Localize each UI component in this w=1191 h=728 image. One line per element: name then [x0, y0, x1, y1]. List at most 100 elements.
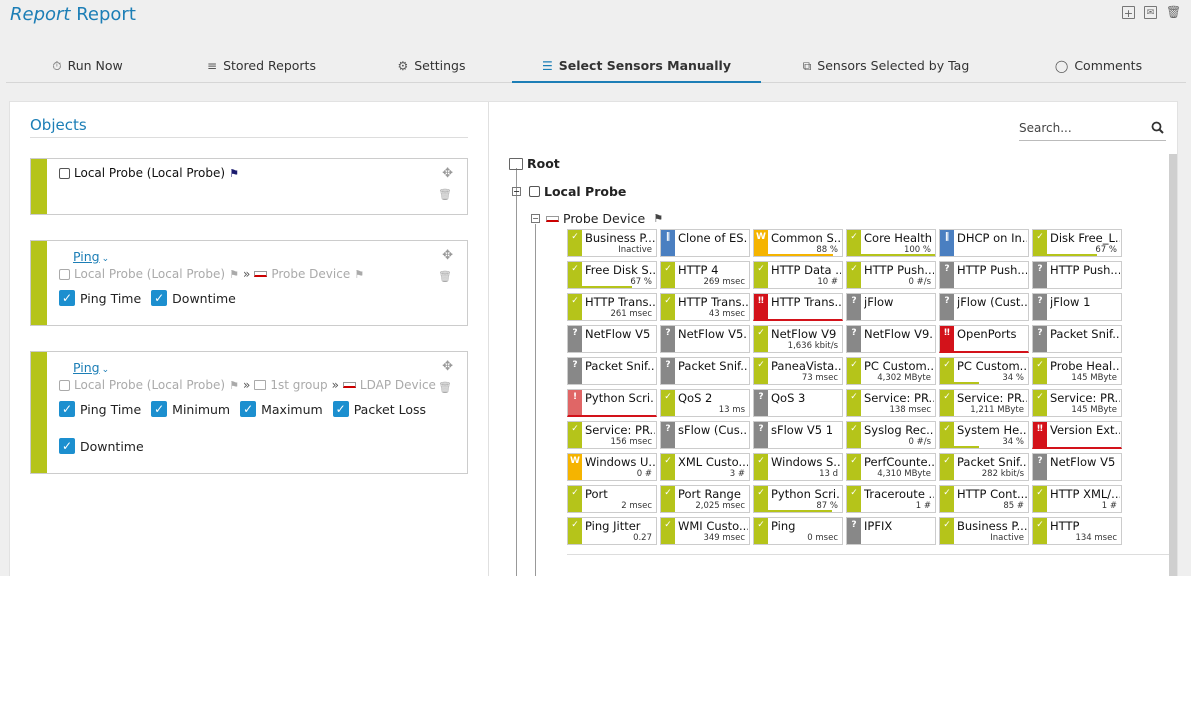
sensor-tile[interactable]: ✓ Syslog Rec... 0 #/s: [846, 421, 936, 449]
sensor-tile[interactable]: ✓ PC Custom... 34 %: [939, 357, 1029, 385]
sensor-tile[interactable]: ! Python Scri...: [567, 389, 657, 417]
delete-icon[interactable]: 🗑: [438, 270, 452, 283]
sensor-tile[interactable]: ? sFlow V5 1: [753, 421, 843, 449]
ping-sensor-link[interactable]: Ping ⌄: [73, 249, 109, 264]
sensor-tile[interactable]: ? Packet Snif...: [567, 357, 657, 385]
sensor-tile[interactable]: ? QoS 3: [753, 389, 843, 417]
sensor-tile[interactable]: ✓ Service: PR... 156 msec: [567, 421, 657, 449]
sensor-tile[interactable]: ✓ HTTP Cont... 85 #: [939, 485, 1029, 513]
delete-icon[interactable]: 🗑: [438, 188, 452, 201]
sensor-tile[interactable]: ✓ Disk Free_L... 67 %: [1032, 229, 1122, 257]
tab-stored-reports[interactable]: ≡ Stored Reports: [179, 52, 344, 83]
sensor-tile[interactable]: W Common S... 88 %: [753, 229, 843, 257]
search-icon[interactable]: [1151, 121, 1164, 134]
sensor-tile[interactable]: ✓ HTTP Data ... 10 #: [753, 261, 843, 289]
sensor-tile[interactable]: ✓ Business P... Inactive: [939, 517, 1029, 545]
checkbox-packet-loss[interactable]: ✓ Packet Loss: [332, 401, 426, 417]
sensor-tile[interactable]: ✓ Ping 0 msec: [753, 517, 843, 545]
sensor-tile[interactable]: ✓ PerfCounte... 4,310 MByte: [846, 453, 936, 481]
sensor-tile[interactable]: ✓ WMI Custo... 349 msec: [660, 517, 750, 545]
collapse-icon[interactable]: −: [531, 214, 540, 223]
checkbox-minimum[interactable]: ✓ Minimum: [151, 401, 230, 417]
sensor-tile[interactable]: ? Packet Snif...: [660, 357, 750, 385]
sensor-tile[interactable]: ✓ HTTP Push... 0 #/s: [846, 261, 936, 289]
sensor-tile[interactable]: ? NetFlow V5: [1032, 453, 1122, 481]
checkmark-icon[interactable]: ✓: [59, 290, 75, 306]
sensor-tile[interactable]: ✓ Service: PR... 138 msec: [846, 389, 936, 417]
collapse-icon[interactable]: −: [512, 187, 521, 196]
checkmark-icon[interactable]: ✓: [332, 401, 349, 417]
move-icon[interactable]: ✥: [442, 248, 453, 263]
checkmark-icon[interactable]: ✓: [59, 401, 75, 417]
sensor-tile[interactable]: ? HTTP Push...: [1032, 261, 1122, 289]
move-icon[interactable]: ✥: [442, 166, 453, 181]
sensor-tile[interactable]: ✓ Port 2 msec: [567, 485, 657, 513]
sensor-tile[interactable]: ✓ Python Scri... 87 %: [753, 485, 843, 513]
sensor-tile[interactable]: ? NetFlow V5...: [660, 325, 750, 353]
ping-sensor-link[interactable]: Ping ⌄: [73, 360, 109, 375]
sensor-tile[interactable]: ✓ Port Range 2,025 msec: [660, 485, 750, 513]
sensor-tile[interactable]: ✓ HTTP Trans... 261 msec: [567, 293, 657, 321]
checkmark-icon[interactable]: ✓: [151, 290, 168, 306]
checkbox-downtime[interactable]: ✓ Downtime: [151, 290, 236, 306]
sensor-tile[interactable]: ✓ Probe Heal... 145 MByte: [1032, 357, 1122, 385]
chevron-down-icon[interactable]: ⌄: [102, 254, 110, 264]
sensor-tile[interactable]: ✓ NetFlow V9 1,636 kbit/s: [753, 325, 843, 353]
sensor-tile[interactable]: ✓ XML Custo... 3 #: [660, 453, 750, 481]
sensor-tile[interactable]: ✓ Service: PR... 1,211 MByte: [939, 389, 1029, 417]
sensor-tile[interactable]: ✓ HTTP 4 269 msec: [660, 261, 750, 289]
checkbox-downtime[interactable]: ✓ Downtime: [59, 438, 144, 454]
sensor-tile[interactable]: ✓ System He... 34 %: [939, 421, 1029, 449]
sensor-tile[interactable]: ‼ Version Ext...: [1032, 421, 1122, 449]
checkmark-icon[interactable]: ✓: [59, 438, 75, 454]
sensor-tile[interactable]: ‼ HTTP Trans...: [753, 293, 843, 321]
sensor-tile[interactable]: ✓ Windows S... 13 d: [753, 453, 843, 481]
move-icon[interactable]: ✥: [442, 359, 453, 374]
scrollbar[interactable]: [1169, 154, 1177, 576]
tree-node-probe-device[interactable]: − Probe Device ⚑: [531, 211, 663, 226]
sensor-tile[interactable]: ? NetFlow V5: [567, 325, 657, 353]
sensor-tile[interactable]: ✓ Ping Jitter 0.27: [567, 517, 657, 545]
tree-node-root[interactable]: Root: [509, 156, 560, 171]
sensor-tile[interactable]: ✓ PC Custom... 4,302 MByte: [846, 357, 936, 385]
sensor-tile[interactable]: ? Packet Snif...: [1032, 325, 1122, 353]
tab-select-sensors-manually[interactable]: ☰ Select Sensors Manually: [512, 52, 761, 83]
checkbox-ping-time[interactable]: ✓ Ping Time: [59, 290, 141, 306]
tab-sensors-selected-by-tag[interactable]: ⧉ Sensors Selected by Tag: [786, 52, 986, 83]
search-input[interactable]: [1019, 117, 1139, 139]
checkmark-icon[interactable]: ✓: [240, 401, 257, 417]
sensor-tile[interactable]: ✓ HTTP XML/... 1 #: [1032, 485, 1122, 513]
sensor-tile[interactable]: ✓ Core Health 100 %: [846, 229, 936, 257]
email-icon[interactable]: ✉: [1144, 6, 1157, 19]
tab-settings[interactable]: ⚙ Settings: [349, 52, 514, 83]
sensor-tile[interactable]: ? sFlow (Cus...: [660, 421, 750, 449]
sensor-tile[interactable]: ‖ DHCP on In...: [939, 229, 1029, 257]
sensor-tile[interactable]: ? jFlow: [846, 293, 936, 321]
add-page-icon[interactable]: +: [1122, 6, 1135, 20]
chevron-down-icon[interactable]: ⌄: [102, 365, 110, 375]
sensor-tile[interactable]: ✓ Traceroute ... 1 #: [846, 485, 936, 513]
sensor-tile[interactable]: ✓ PaneaVista... 73 msec: [753, 357, 843, 385]
sensor-tile[interactable]: ‖ Clone of ES...: [660, 229, 750, 257]
sensor-tile[interactable]: ? IPFIX: [846, 517, 936, 545]
checkbox-maximum[interactable]: ✓ Maximum: [240, 401, 323, 417]
delete-icon[interactable]: 🗑: [438, 381, 452, 394]
sensor-tile[interactable]: ‼ OpenPorts: [939, 325, 1029, 353]
sensor-tile[interactable]: ✓ Service: PR... 145 MByte: [1032, 389, 1122, 417]
sensor-tile[interactable]: ? NetFlow V9...: [846, 325, 936, 353]
sensor-tile[interactable]: ✓ HTTP Trans... 43 msec: [660, 293, 750, 321]
sensor-tile[interactable]: ? HTTP Push...: [939, 261, 1029, 289]
tree-node-local-probe[interactable]: − Local Probe: [512, 184, 626, 199]
checkbox-ping-time[interactable]: ✓ Ping Time: [59, 401, 141, 417]
trash-icon[interactable]: 🗑: [1166, 6, 1181, 19]
sensor-tile[interactable]: ✓ Business P... Inactive: [567, 229, 657, 257]
tab-run-now[interactable]: ⏱ Run Now: [6, 52, 169, 83]
tab-comments[interactable]: ◯ Comments: [1016, 52, 1181, 83]
sensor-tile[interactable]: ✓ HTTP 134 msec: [1032, 517, 1122, 545]
checkmark-icon[interactable]: ✓: [151, 401, 168, 417]
sensor-tile[interactable]: ✓ Packet Snif... 282 kbit/s: [939, 453, 1029, 481]
sensor-tile[interactable]: ✓ Free Disk S... 67 %: [567, 261, 657, 289]
sensor-tile[interactable]: ? jFlow 1: [1032, 293, 1122, 321]
sensor-tile[interactable]: ✓ QoS 2 13 ms: [660, 389, 750, 417]
sensor-tile[interactable]: ? jFlow (Cust...: [939, 293, 1029, 321]
